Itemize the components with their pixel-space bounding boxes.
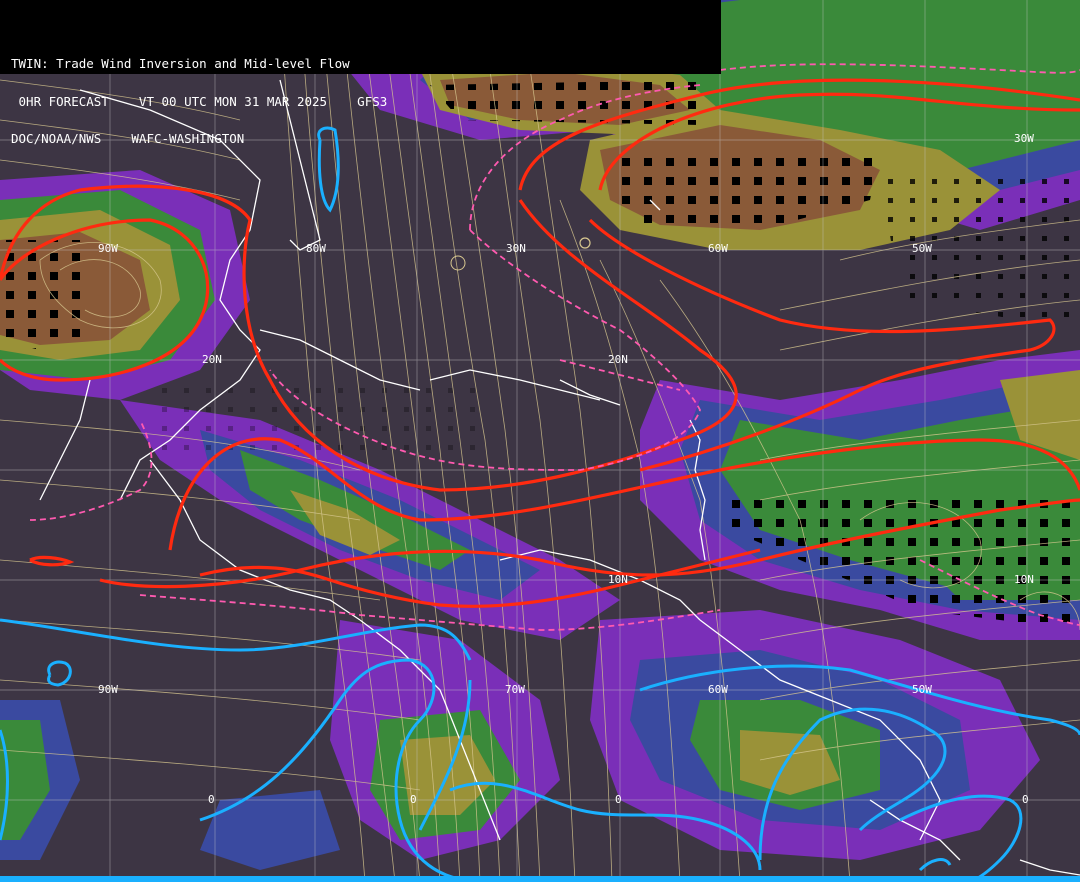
lat-label: 0 — [615, 793, 622, 806]
lon-label: 50W — [912, 683, 932, 696]
lon-label: 80W — [306, 242, 326, 255]
lon-label: 90W — [98, 683, 118, 696]
lon-label: 70W — [505, 683, 525, 696]
product-title: TWIN: Trade Wind Inversion and Mid-level… — [11, 56, 350, 71]
lon-label: 60W — [708, 242, 728, 255]
lat-label: 20N — [202, 353, 222, 366]
title-box: TWIN: Trade Wind Inversion and Mid-level… — [0, 0, 721, 145]
lat-label: 30N — [506, 242, 526, 255]
lon-label: 60W — [708, 683, 728, 696]
lon-label: 30W — [1014, 132, 1034, 145]
lat-label: 20N — [608, 353, 628, 366]
lat-label: 0 — [1022, 793, 1029, 806]
lat-label: 0 — [208, 793, 215, 806]
lat-label: 0 — [410, 793, 417, 806]
issuing-agency: DOC/NOAA/NWS WAFC-WASHINGTON — [11, 131, 245, 146]
lat-label: 10N — [1014, 573, 1034, 586]
forecast-valid-time: 0HR FORECAST VT 00 UTC MON 31 MAR 2025 G… — [11, 93, 388, 109]
bottom-border — [0, 876, 1080, 882]
lon-label: 50W — [912, 242, 932, 255]
lat-label: 10N — [608, 573, 628, 586]
lon-label: 90W — [98, 242, 118, 255]
